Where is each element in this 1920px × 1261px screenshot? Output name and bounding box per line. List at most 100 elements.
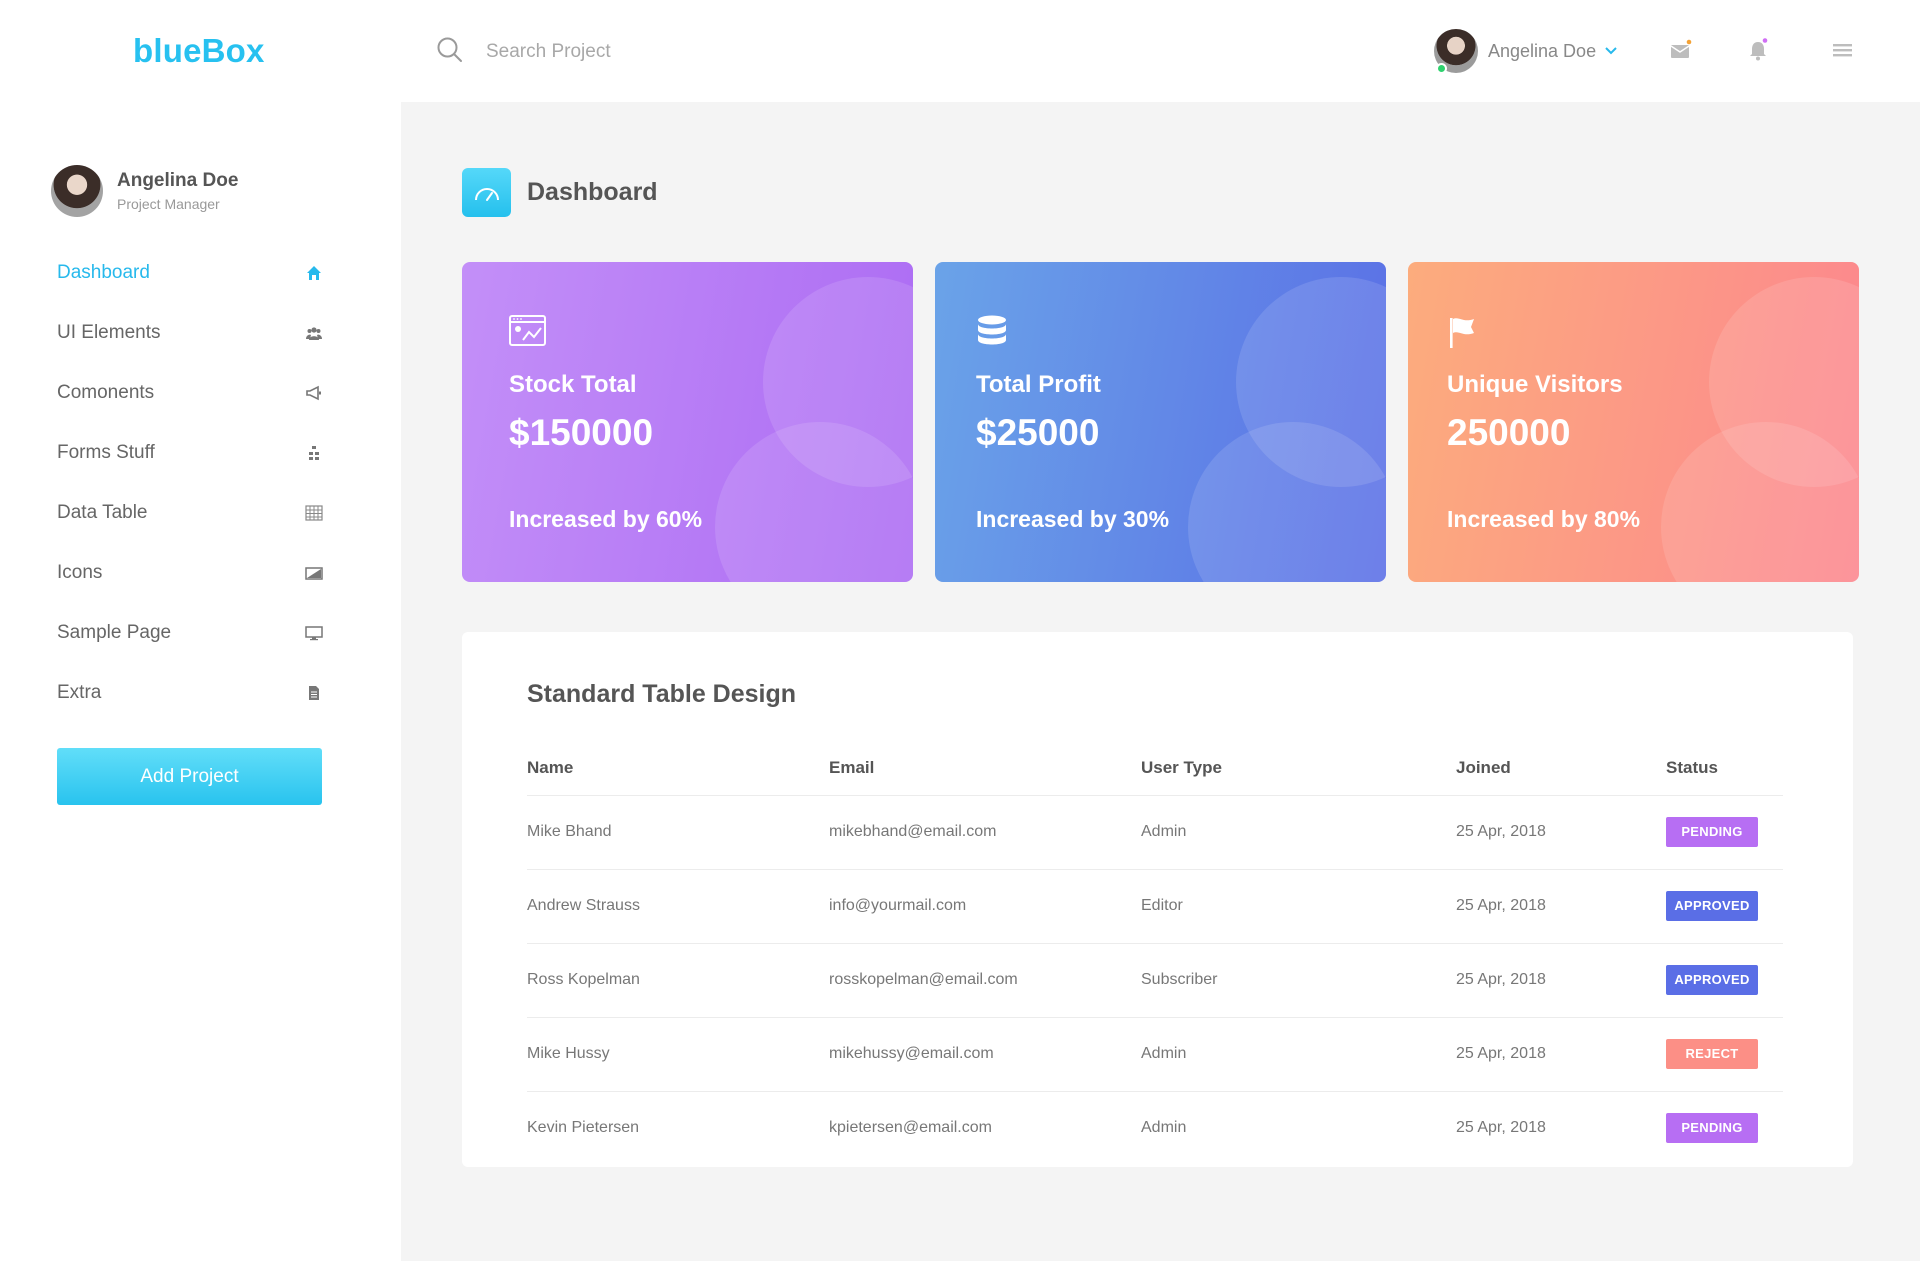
stat-card-stock-total: Stock Total $150000 Increased by 60% [462,262,913,582]
mail-icon[interactable] [1668,37,1694,63]
cell-email: mikebhand@email.com [829,795,1141,870]
sidebar-item-data-table[interactable]: Data Table [57,483,323,543]
cell-user-type: Admin [1141,1017,1456,1092]
cell-joined: 25 Apr, 2018 [1456,1119,1546,1137]
column-header-user-type[interactable]: User Type [1141,742,1456,796]
status-badge: APPROVED [1666,965,1758,995]
profile-role: Project Manager [117,196,220,212]
card-footer: Increased by 80% [1447,506,1641,532]
table-row[interactable]: Mike Bhand mikebhand@email.com Admin 25 … [527,795,1783,870]
sidebar-item-sample-page[interactable]: Sample Page [57,603,323,663]
sidebar-item-label: Icons [57,562,103,583]
sitemap-icon [305,444,323,462]
top-bar: blueBox Angelina Doe [0,0,1920,102]
cell-user-type: Editor [1141,869,1456,944]
sidebar-profile: Angelina Doe Project Manager [51,165,238,217]
sidebar-item-label: Sample Page [57,622,172,643]
column-header-email[interactable]: Email [829,742,1141,796]
cell-user-type: Admin [1141,1119,1187,1137]
database-icon [976,315,1008,354]
users-table: Name Email User Type Joined Status Mike … [527,742,1783,1165]
sidebar-item-forms-stuff[interactable]: Forms Stuff [57,423,323,483]
card-footer: Increased by 30% [976,506,1170,532]
flag-icon [1447,315,1477,354]
sidebar-item-label: Dashboard [57,262,150,283]
chart-window-icon [509,315,547,352]
cell-email: mikehussy@email.com [829,1017,1141,1092]
sidebar-item-comonents[interactable]: Comonents [57,363,323,423]
cell-user-type: Subscriber [1141,943,1456,1018]
search-bar [436,36,786,68]
status-badge: PENDING [1666,817,1758,847]
cell-name: Kevin Pietersen [527,1119,640,1137]
column-header-name[interactable]: Name [527,742,829,796]
cell-joined: 25 Apr, 2018 [1456,869,1666,944]
stat-card-total-profit: Total Profit $25000 Increased by 30% [935,262,1386,582]
sidebar-item-label: Forms Stuff [57,442,155,463]
hamburger-menu-icon[interactable] [1830,37,1856,63]
bell-icon[interactable] [1746,37,1772,63]
cell-joined: 25 Apr, 2018 [1456,1017,1666,1092]
search-icon[interactable] [436,36,464,69]
speedometer-icon [462,168,511,217]
table-card: Standard Table Design Name Email User Ty… [462,632,1853,1167]
sidebar-item-extra[interactable]: Extra [57,663,323,723]
table-row[interactable]: Andrew Strauss info@yourmail.com Editor … [527,869,1783,944]
status-badge: REJECT [1666,1039,1758,1069]
online-status-dot [1436,63,1447,74]
status-badge: APPROVED [1666,891,1758,921]
stat-card-unique-visitors: Unique Visitors 250000 Increased by 80% [1408,262,1859,582]
user-name: Angelina Doe [1488,40,1597,61]
sidebar-item-dashboard[interactable]: Dashboard [57,243,323,303]
card-value: $25000 [976,412,1100,453]
column-header-joined[interactable]: Joined [1456,742,1666,796]
table-header-row: Name Email User Type Joined Status [527,742,1783,796]
chevron-down-icon [1605,42,1617,60]
cell-email: kpietersen@email.com [829,1119,992,1137]
cell-name: Mike Hussy [527,1017,829,1092]
table-icon [305,504,323,522]
page-header: Dashboard [462,168,658,217]
card-value: $150000 [509,412,654,453]
column-header-status[interactable]: Status [1666,742,1783,796]
add-project-button[interactable]: Add Project [57,748,322,805]
sidebar-item-icons[interactable]: Icons [57,543,323,603]
card-footer: Increased by 60% [509,506,703,532]
table-title: Standard Table Design [527,680,797,708]
cell-name: Ross Kopelman [527,943,829,1018]
image-icon [305,564,323,582]
sidebar-item-label: UI Elements [57,322,161,343]
user-menu[interactable]: Angelina Doe [1434,29,1617,74]
cell-name: Mike Bhand [527,795,829,870]
cell-email: rosskopelman@email.com [829,943,1141,1018]
sidebar-item-label: Extra [57,682,102,703]
profile-name: Angelina Doe [117,170,239,191]
table-row[interactable]: Mike Hussy mikehussy@email.com Admin 25 … [527,1017,1783,1092]
sidebar: Angelina Doe Project Manager Dashboard U… [0,102,401,1261]
status-badge: PENDING [1666,1113,1758,1144]
sidebar-item-label: Comonents [57,382,155,403]
home-icon [305,264,323,282]
profile-avatar [51,165,103,217]
cell-email: info@yourmail.com [829,869,1141,944]
card-title: Unique Visitors [1447,371,1623,398]
megaphone-icon [305,384,323,402]
monitor-icon [305,624,323,642]
sidebar-item-ui-elements[interactable]: UI Elements [57,303,323,363]
avatar [1434,29,1478,74]
cell-joined: 25 Apr, 2018 [1456,795,1666,870]
page-title: Dashboard [527,178,658,206]
cell-user-type: Admin [1141,795,1456,870]
document-icon [305,684,323,702]
sidebar-item-label: Data Table [57,502,148,523]
sidebar-nav: Dashboard UI Elements Comonents Forms St… [57,243,323,723]
users-icon [305,324,323,342]
card-title: Total Profit [976,371,1101,398]
card-title: Stock Total [509,371,637,398]
table-row[interactable]: Ross Kopelman rosskopelman@email.com Sub… [527,943,1783,1018]
brand-logo[interactable]: blueBox [133,32,265,70]
table-row[interactable]: Kevin Pietersen kpietersen@email.com Adm… [527,1091,1783,1165]
cell-joined: 25 Apr, 2018 [1456,943,1666,1018]
card-value: 250000 [1447,412,1571,453]
search-input[interactable] [486,41,786,63]
